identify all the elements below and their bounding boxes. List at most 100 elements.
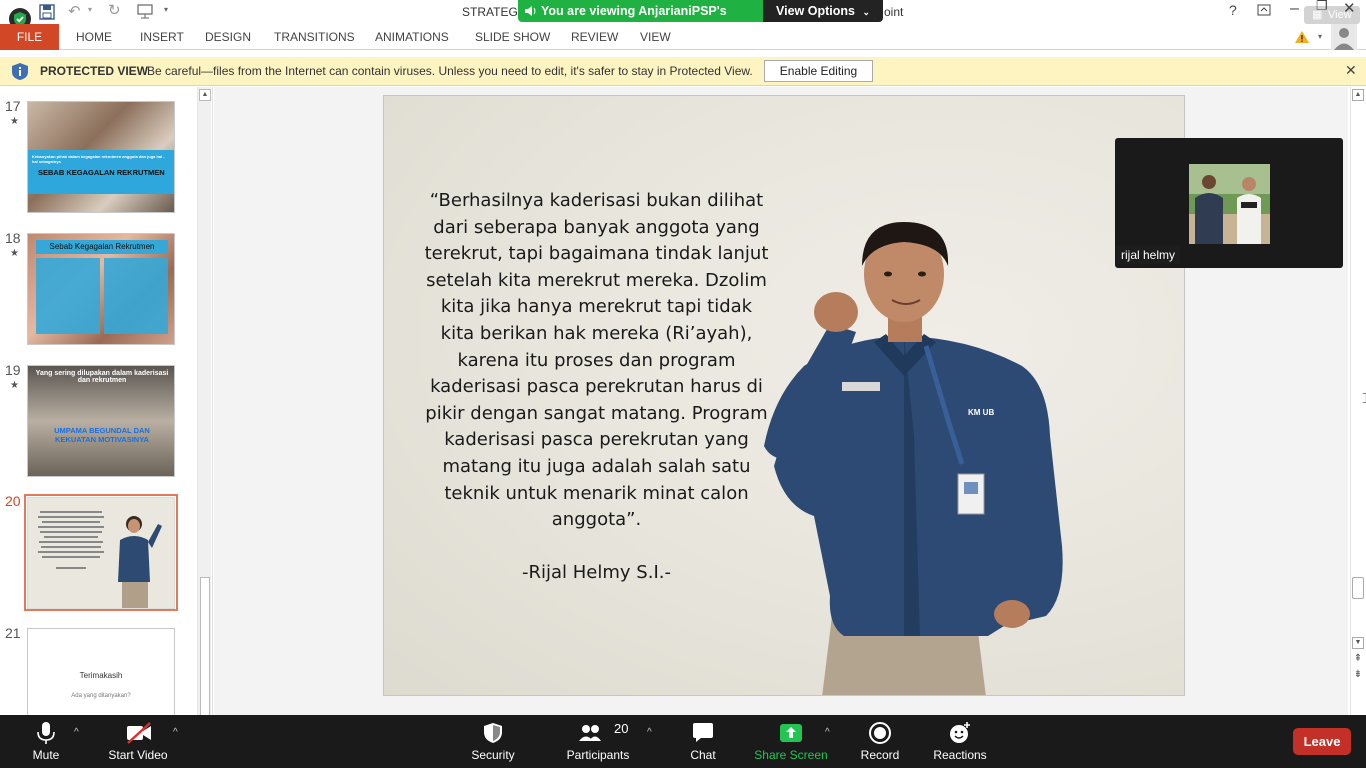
tab-slide-show[interactable]: SLIDE SHOW <box>475 30 550 44</box>
minimize-icon[interactable]: – <box>1290 0 1299 18</box>
speaker-icon <box>525 6 536 16</box>
reactions-button[interactable]: Reactions <box>930 715 990 768</box>
shield-info-icon <box>12 63 28 80</box>
thumbnail-slide-19[interactable]: Yang sering dilupakan dalam kaderisasi d… <box>27 365 175 477</box>
thumb-number: 19 <box>5 362 21 378</box>
sharing-banner: You are viewing AnjarianiPSP's screen <box>518 0 763 40</box>
protected-view-title: PROTECTED VIEW <box>40 64 149 78</box>
reactions-label: Reactions <box>933 748 987 762</box>
security-shield-icon <box>484 723 502 743</box>
security-label: Security <box>471 748 515 762</box>
tab-insert[interactable]: INSERT <box>140 30 184 44</box>
participants-icon <box>579 725 601 741</box>
animation-star-icon: ★ <box>10 380 19 391</box>
view-options-button[interactable]: View Options ⌄ <box>763 0 883 22</box>
tab-animations[interactable]: ANIMATIONS <box>375 30 449 44</box>
tab-review[interactable]: REVIEW <box>571 30 618 44</box>
scroll-up-icon[interactable]: ▲ <box>199 89 211 101</box>
tab-view[interactable]: VIEW <box>640 30 671 44</box>
protected-view-message: Be careful—files from the Internet can c… <box>147 64 753 78</box>
thumb-title: Sebab Kegagalan Rekrutmen <box>36 240 168 254</box>
slide-quote-text: “Berhasilnya kaderisasi bukan dilihat da… <box>424 190 769 531</box>
start-video-button[interactable]: Start Video <box>104 715 172 768</box>
meeting-controls-toolbar: Mute ^ Start Video ^ Security 20 Partici… <box>0 715 1366 768</box>
account-dropdown-icon[interactable]: ▾ <box>1318 32 1322 41</box>
thumb-subtitle: Ada yang ditanyakan? <box>71 693 131 699</box>
chat-label: Chat <box>690 748 716 762</box>
chevron-down-icon: ⌄ <box>862 7 870 17</box>
protected-view-bar: PROTECTED VIEW Be careful—files from the… <box>0 57 1366 86</box>
tab-file[interactable]: FILE <box>0 24 59 50</box>
thumbnail-slide-18[interactable]: Sebab Kegagalan Rekrutmen <box>27 233 175 345</box>
help-icon[interactable]: ? <box>1229 2 1237 18</box>
thumb-subtitle: UMPAMA BEGUNDAL DAN KEKUATAN MOTIVASINYA <box>54 426 150 444</box>
scrollbar-thumb[interactable] <box>1352 577 1364 599</box>
thumb-person-figure <box>118 516 162 608</box>
thumbnail-slide-17[interactable]: Kebanyakan pihak dalam kegagalan rekrutm… <box>27 101 175 213</box>
thumb-quote-lines <box>36 508 106 569</box>
tab-home[interactable]: HOME <box>76 30 112 44</box>
slide-thumbnails-pane: 17 ★ Kebanyakan pihak dalam kegagalan re… <box>0 87 213 718</box>
participants-options-caret-icon[interactable]: ^ <box>647 727 652 738</box>
share-screen-button[interactable]: Share Screen <box>754 715 828 768</box>
tab-transitions[interactable]: TRANSITIONS <box>274 30 355 44</box>
thumb-number: 17 <box>5 98 21 114</box>
video-options-caret-icon[interactable]: ^ <box>173 727 178 738</box>
chat-button[interactable]: Chat <box>686 715 720 768</box>
participants-count: 20 <box>614 721 629 736</box>
thumbnail-slide-20[interactable] <box>27 497 175 609</box>
save-icon[interactable] <box>39 4 55 20</box>
animation-star-icon: ★ <box>10 116 19 127</box>
view-options-label: View Options <box>776 4 855 18</box>
enable-editing-button[interactable]: Enable Editing <box>764 60 873 82</box>
undo-icon[interactable]: ↶ <box>68 2 81 20</box>
tab-design[interactable]: DESIGN <box>205 30 251 44</box>
thumbnail-slide-21[interactable]: Terimakasih Ada yang ditanyakan? <box>27 628 175 718</box>
thumbnails-scrollbar[interactable]: ▲ <box>197 87 211 717</box>
share-screen-icon <box>780 724 802 742</box>
thumb-number: 21 <box>5 625 21 641</box>
close-bar-icon[interactable]: ✕ <box>1345 62 1357 79</box>
ribbon-display-options-icon[interactable] <box>1257 4 1271 16</box>
thumb-title: Yang sering dilupakan dalam kaderisasi d… <box>35 370 169 384</box>
security-button[interactable]: Security <box>466 715 520 768</box>
shirt-badge-text: KM UB <box>968 408 995 417</box>
thumb-caption-box: Kebanyakan pihak dalam kegagalan rekrutm… <box>28 150 174 194</box>
close-window-icon[interactable]: ✕ <box>1343 0 1356 17</box>
participant-video-frame <box>1189 164 1270 244</box>
restore-icon[interactable]: ❐ <box>1316 0 1328 14</box>
share-options-caret-icon[interactable]: ^ <box>825 727 830 738</box>
start-video-label: Start Video <box>108 748 168 762</box>
reactions-smiley-icon <box>950 722 970 743</box>
record-label: Record <box>860 748 900 762</box>
redo-icon[interactable]: ↻ <box>108 1 121 19</box>
thumb-text: Kebanyakan pihak dalam kegagalan rekrutm… <box>32 154 165 164</box>
qat-customize-icon[interactable]: ▾ <box>164 5 168 14</box>
thumb-number: 18 <box>5 230 21 246</box>
participants-label: Participants <box>566 748 630 762</box>
ribbon-tabs: HOME INSERT DESIGN TRANSITIONS ANIMATION… <box>0 24 1366 50</box>
window-title-right: oint <box>884 5 904 19</box>
slide-canvas[interactable]: “Berhasilnya kaderisasi bukan dilihat da… <box>383 95 1185 696</box>
mute-label: Mute <box>32 748 60 762</box>
thumb-column-left <box>36 258 100 334</box>
next-slide-icon[interactable]: ⇟ <box>1352 669 1364 681</box>
start-from-beginning-icon[interactable] <box>136 3 156 19</box>
participants-button[interactable]: 20 Participants <box>564 715 632 768</box>
record-button[interactable]: Record <box>858 715 902 768</box>
scroll-down-icon[interactable]: ▼ <box>1352 637 1364 649</box>
thumb-title: Terimakasih <box>79 671 123 680</box>
leave-meeting-button[interactable]: Leave <box>1293 728 1351 755</box>
thumb-title: SEBAB KEGAGALAN REKRUTMEN <box>38 168 165 177</box>
undo-dropdown-icon[interactable]: ▾ <box>88 5 92 14</box>
audio-options-caret-icon[interactable]: ^ <box>74 727 79 738</box>
user-avatar-icon[interactable] <box>1331 24 1357 50</box>
scroll-up-icon[interactable]: ▲ <box>1352 89 1364 101</box>
mute-button[interactable]: Mute <box>20 715 72 768</box>
scrollbar-thumb[interactable] <box>200 577 210 717</box>
previous-slide-icon[interactable]: ⇞ <box>1352 653 1364 665</box>
warning-icon[interactable] <box>1294 30 1310 44</box>
chat-bubble-icon <box>693 723 713 742</box>
microphone-icon <box>37 722 55 744</box>
thumb-number: 20 <box>5 493 21 509</box>
